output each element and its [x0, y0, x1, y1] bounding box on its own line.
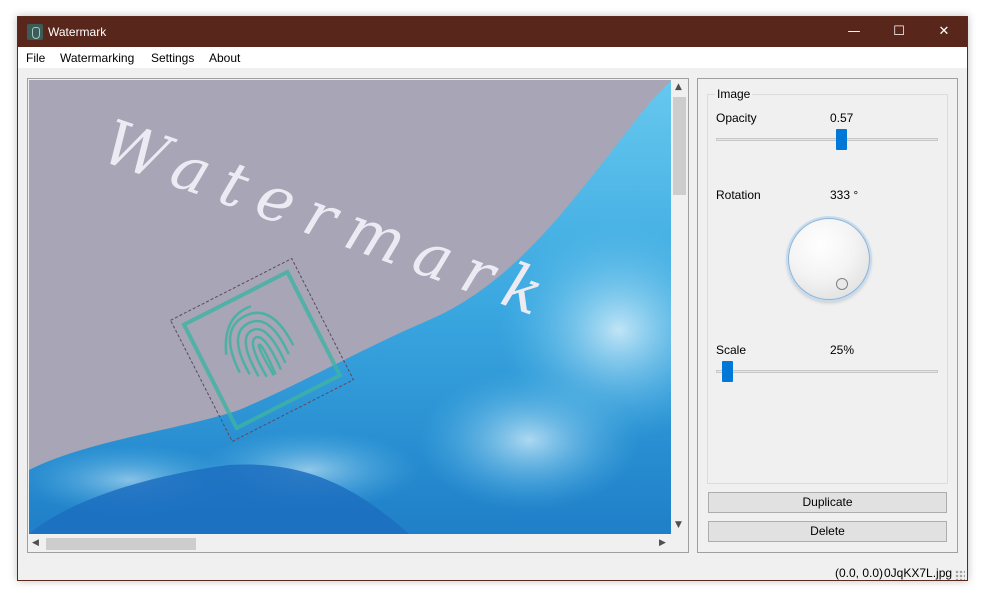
menu-settings[interactable]: Settings: [151, 51, 194, 65]
current-filename: 0JqKX7L.jpg: [884, 566, 953, 580]
image-canvas-frame: Watermark ▲ ▼ ◀ ▶: [27, 78, 689, 553]
maximize-button[interactable]: ☐: [876, 17, 922, 47]
opacity-slider-handle[interactable]: [836, 129, 848, 150]
image-canvas[interactable]: Watermark: [29, 80, 672, 534]
scroll-left-arrow-icon[interactable]: ◀: [32, 538, 39, 548]
opacity-label: Opacity: [716, 111, 757, 125]
close-button[interactable]: ✕: [921, 17, 967, 47]
title-bar[interactable]: Watermark — ☐ ✕: [18, 17, 967, 47]
minimize-button[interactable]: —: [831, 17, 877, 47]
menu-about[interactable]: About: [209, 51, 240, 65]
image-preview: Watermark: [29, 80, 672, 534]
scroll-up-arrow-icon[interactable]: ▲: [675, 82, 682, 92]
horizontal-scrollbar[interactable]: ◀ ▶: [28, 535, 672, 552]
scroll-corner: [671, 535, 688, 552]
opacity-slider[interactable]: [716, 138, 938, 141]
scale-label: Scale: [716, 343, 747, 357]
properties-panel: Image Opacity 0.57 Rotation 333 ° Scale …: [697, 78, 958, 553]
horizontal-scroll-thumb[interactable]: [46, 538, 196, 550]
duplicate-button[interactable]: Duplicate: [708, 492, 947, 513]
vertical-scroll-thumb[interactable]: [673, 97, 686, 195]
opacity-value: 0.57: [830, 111, 854, 125]
scroll-down-arrow-icon[interactable]: ▼: [675, 520, 682, 530]
window-title: Watermark: [48, 25, 107, 39]
image-group: Image Opacity 0.57 Rotation 333 ° Scale …: [707, 87, 948, 484]
status-bar: (0.0, 0.0) 0JqKX7L.jpg: [18, 562, 967, 582]
resize-grip[interactable]: [955, 570, 965, 580]
delete-button[interactable]: Delete: [708, 521, 947, 542]
fingerprint-app-icon: [27, 24, 43, 40]
menu-bar: File Watermarking Settings About: [18, 47, 967, 68]
rotation-label: Rotation: [716, 188, 761, 202]
rotation-dial[interactable]: [788, 218, 870, 300]
scale-value: 25%: [830, 343, 855, 357]
vertical-scrollbar[interactable]: ▲ ▼: [671, 79, 688, 535]
scale-slider-handle[interactable]: [722, 361, 734, 382]
cursor-coordinates: (0.0, 0.0): [835, 566, 884, 580]
menu-file[interactable]: File: [26, 51, 45, 65]
scale-slider[interactable]: [716, 370, 938, 373]
scroll-right-arrow-icon[interactable]: ▶: [659, 538, 666, 548]
rotation-dial-indicator: [835, 277, 848, 290]
group-title: Image: [715, 87, 753, 101]
menu-watermarking[interactable]: Watermarking: [60, 51, 134, 65]
app-window: Watermark — ☐ ✕ File Watermarking Settin…: [17, 16, 968, 581]
rotation-value: 333 °: [830, 188, 859, 202]
